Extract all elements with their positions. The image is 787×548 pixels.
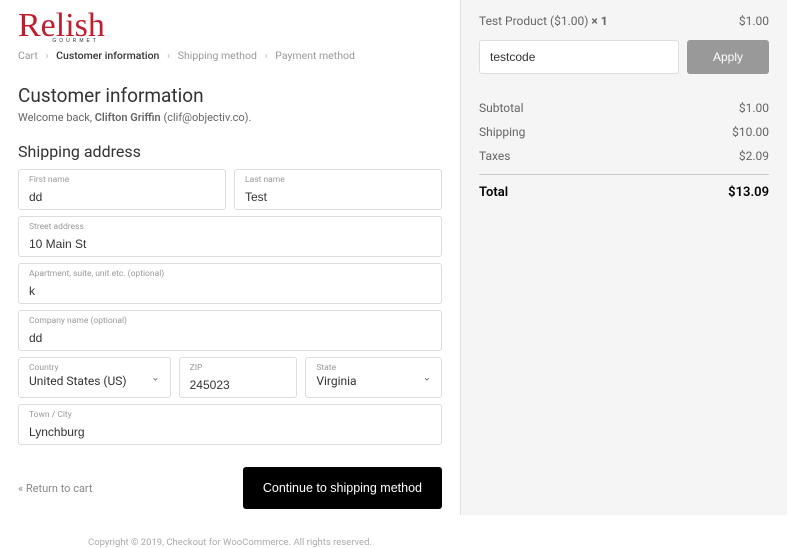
crumb-cart[interactable]: Cart [18,49,38,62]
first-name-input[interactable] [29,190,215,204]
copyright-text: Copyright © 2019, Checkout for WooCommer… [18,537,442,548]
country-label: Country [29,363,160,373]
shipping-label: Shipping [479,125,525,139]
street-field[interactable]: Street address [18,216,442,257]
crumb-payment-method: Payment method [275,49,355,62]
welcome-message: Welcome back, Clifton Griffin (clif@obje… [18,111,442,124]
total-label: Total [479,185,508,200]
crumb-shipping-method: Shipping method [178,49,257,62]
shipping-line: Shipping $10.00 [479,120,769,144]
last-name-label: Last name [245,175,431,185]
coupon-input[interactable] [479,40,679,74]
country-select[interactable]: United States (US) [29,374,160,388]
brand-logo[interactable]: Relish GOURMET [18,12,105,39]
chevron-right-icon: › [167,49,170,62]
return-to-cart-link[interactable]: « Return to cart [18,482,93,495]
company-field[interactable]: Company name (optional) [18,310,442,351]
zip-input[interactable] [190,378,287,392]
product-qty: × 1 [591,14,607,28]
subtotal-label: Subtotal [479,101,524,115]
product-name: Test Product ($1.00) [479,14,591,28]
continue-button[interactable]: Continue to shipping method [243,467,442,509]
breadcrumb: Cart › Customer information › Shipping m… [18,49,442,62]
subtotal-value: $1.00 [739,101,769,115]
total-value: $13.09 [728,185,769,200]
street-label: Street address [29,222,431,232]
state-select[interactable]: Virginia [316,374,431,388]
city-label: Town / City [29,410,431,420]
state-label: State [316,363,431,373]
crumb-customer-info: Customer information [56,49,159,62]
last-name-input[interactable] [245,190,431,204]
chevron-right-icon: › [45,49,48,62]
apartment-label: Apartment, suite, unit etc. (optional) [29,269,431,279]
subtotal-line: Subtotal $1.00 [479,96,769,120]
zip-field[interactable]: ZIP [179,357,298,398]
taxes-label: Taxes [479,149,510,163]
chevron-right-icon: › [264,49,267,62]
order-summary: Test Product ($1.00) × 1 $1.00 Apply Sub… [460,0,787,515]
last-name-field[interactable]: Last name [234,169,442,210]
page-title: Customer information [18,84,442,107]
apartment-input[interactable] [29,284,431,298]
street-input[interactable] [29,237,431,251]
shipping-value: $10.00 [732,125,769,139]
apartment-field[interactable]: Apartment, suite, unit etc. (optional) [18,263,442,304]
taxes-value: $2.09 [739,149,769,163]
city-field[interactable]: Town / City [18,404,442,445]
city-input[interactable] [29,425,431,439]
shipping-heading: Shipping address [18,142,442,161]
taxes-line: Taxes $2.09 [479,144,769,168]
total-line: Total $13.09 [479,174,769,200]
product-line: Test Product ($1.00) × 1 $1.00 [479,14,769,28]
zip-label: ZIP [190,363,287,373]
logo-subtext: GOURMET [52,39,99,43]
first-name-field[interactable]: First name [18,169,226,210]
product-price: $1.00 [739,14,769,28]
company-label: Company name (optional) [29,316,431,326]
state-field[interactable]: State Virginia ⌄ [305,357,442,398]
apply-coupon-button[interactable]: Apply [687,40,769,74]
company-input[interactable] [29,331,431,345]
first-name-label: First name [29,175,215,185]
country-field[interactable]: Country United States (US) ⌄ [18,357,171,398]
